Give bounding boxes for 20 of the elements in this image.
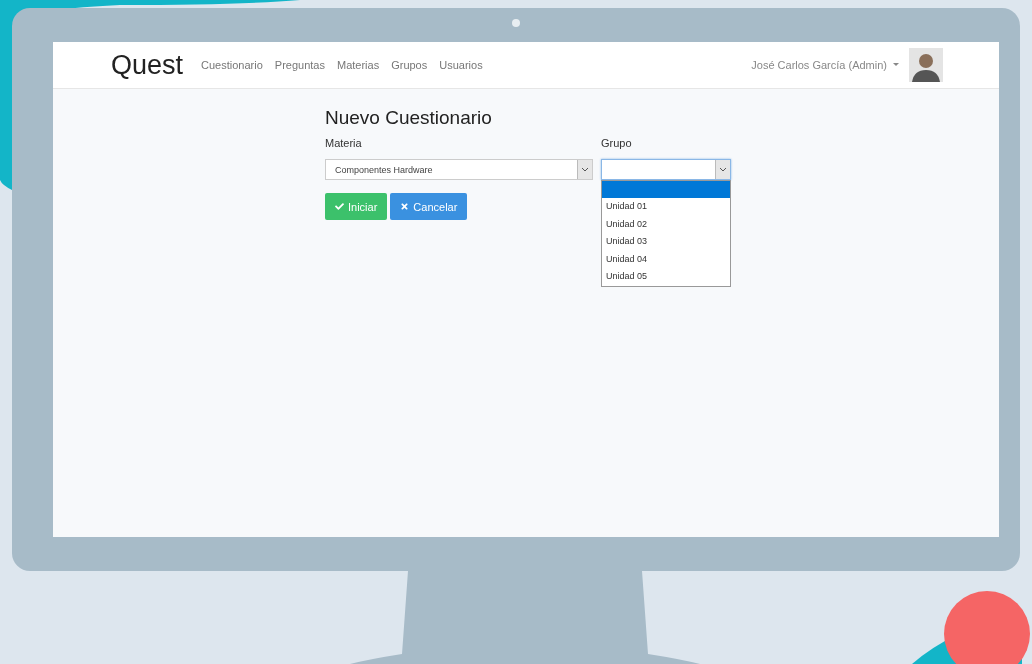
chevron-icon	[577, 160, 592, 179]
page-title: Nuevo Cuestionario	[325, 107, 493, 129]
camera-dot	[512, 19, 520, 27]
avatar-silhouette[interactable]	[909, 48, 943, 82]
nav-link[interactable]: Usuarios	[439, 59, 483, 71]
check-icon	[335, 202, 344, 211]
select-field[interactable]	[601, 159, 731, 180]
nav-link[interactable]: Grupos	[391, 59, 428, 71]
select-field[interactable]: Componentes Hardware	[325, 159, 593, 180]
nav-link[interactable]: Preguntas	[274, 59, 325, 71]
brand-logo[interactable]: Quest	[111, 49, 184, 81]
caret-icon	[893, 63, 899, 67]
nav-link[interactable]: Cuestionario	[201, 59, 263, 71]
chevron-icon	[715, 160, 730, 179]
cancel-button[interactable]: Cancelar	[390, 193, 468, 220]
user-menu[interactable]: José Carlos García (Admin)	[751, 59, 899, 71]
field-label: Grupo	[601, 137, 633, 151]
field-label: Materia	[325, 137, 363, 151]
close-icon	[400, 202, 410, 211]
nav-link[interactable]: Materias	[336, 59, 380, 71]
